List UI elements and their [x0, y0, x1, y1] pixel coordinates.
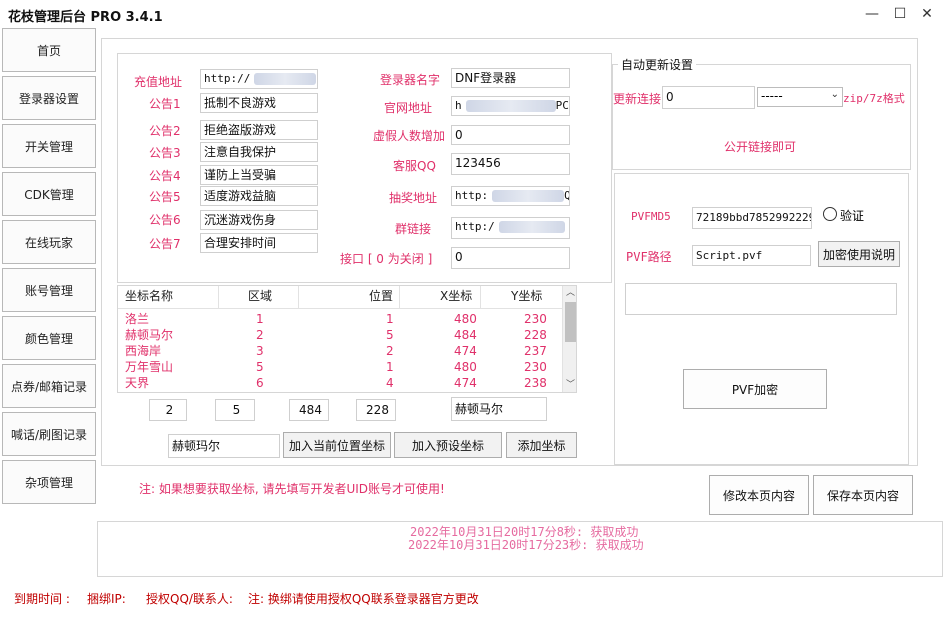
recharge-field[interactable]: http://	[200, 69, 318, 89]
add-preset-button[interactable]: 加入预设坐标	[394, 432, 502, 458]
x-coord-field[interactable]: 484	[289, 399, 329, 421]
area-field[interactable]: 2	[149, 399, 187, 421]
notice-3-label: 公告3	[149, 146, 181, 160]
coord-name-field[interactable]: 赫顿马尔	[451, 397, 547, 421]
sidebar-item-switches[interactable]: 开关管理	[2, 124, 96, 168]
table-row[interactable]: 天界 6 4 474 238	[118, 375, 562, 391]
recharge-label: 充值地址	[134, 75, 183, 89]
expire-label: 到期时间 :	[14, 592, 70, 606]
launcher-name-label: 登录器名字	[380, 73, 441, 87]
verify-label: 验证	[840, 209, 865, 223]
notice-4-label: 公告4	[149, 169, 181, 183]
modify-page-button[interactable]: 修改本页内容	[709, 475, 809, 515]
app-title: 花枝管理后台 PRO 3.4.1	[8, 10, 163, 25]
minimize-icon[interactable]: —	[861, 4, 883, 24]
table-row[interactable]: 西海岸 3 2 474 237	[118, 343, 562, 359]
sidebar-item-colors[interactable]: 颜色管理	[2, 316, 96, 360]
coords-table-header: 坐标名称 区域 位置 X坐标 Y坐标	[118, 286, 562, 309]
col-header-position[interactable]: 位置	[369, 286, 393, 306]
pvf-output-field[interactable]	[625, 283, 897, 315]
notice-2-label: 公告2	[149, 124, 181, 138]
notice-7-label: 公告7	[149, 237, 181, 251]
add-current-position-button[interactable]: 加入当前位置坐标	[283, 432, 391, 458]
pvf-md5-field[interactable]: 72189bbd78529922292	[692, 207, 812, 229]
scroll-up-icon[interactable]: ︿	[563, 286, 576, 300]
col-header-x[interactable]: X坐标	[440, 286, 472, 306]
service-qq-field[interactable]: 123456	[451, 153, 570, 175]
fake-players-label: 虚假人数增加	[373, 129, 446, 143]
format-select-value: -----	[761, 89, 783, 103]
launcher-name-field[interactable]: DNF登录器	[451, 68, 570, 88]
port-label: 接口 [ 0 为关闭 ]	[340, 252, 433, 266]
notice-6-field[interactable]: 沉迷游戏伤身	[200, 210, 318, 230]
pvf-path-field[interactable]: Script.pvf	[692, 245, 811, 266]
close-icon[interactable]: ✕	[916, 4, 938, 24]
sidebar: 首页 登录器设置 开关管理 CDK管理 在线玩家 账号管理 颜色管理 点券/邮箱…	[0, 28, 98, 508]
service-qq-label: 客服QQ	[393, 159, 436, 173]
format-label: zip/7z格式	[843, 92, 905, 105]
update-link-field[interactable]: 0	[662, 86, 755, 109]
port-field[interactable]: 0	[451, 247, 570, 269]
scroll-down-icon[interactable]: ﹀	[563, 378, 576, 392]
verify-radio[interactable]	[823, 207, 837, 221]
public-link-hint: 公开链接即可	[724, 140, 797, 154]
notice-4-field[interactable]: 谨防上当受骗	[200, 165, 318, 185]
col-header-y[interactable]: Y坐标	[511, 286, 542, 306]
notice-7-field[interactable]: 合理安排时间	[200, 233, 318, 253]
pvf-path-label: PVF路径	[626, 250, 672, 264]
col-header-name[interactable]: 坐标名称	[125, 286, 173, 306]
format-select[interactable]: ----- ⌄	[757, 87, 843, 107]
sidebar-item-points-mail[interactable]: 点券/邮箱记录	[2, 364, 96, 408]
position-field[interactable]: 5	[215, 399, 255, 421]
lottery-field[interactable]: http:Q	[451, 186, 570, 206]
auto-update-title: 自动更新设置	[618, 56, 697, 73]
notice-5-field[interactable]: 适度游戏益脑	[200, 186, 318, 206]
table-row[interactable]: 洛兰 1 1 480 230	[118, 311, 562, 327]
website-field[interactable]: h PC	[451, 96, 570, 116]
table-row[interactable]: 赫顿马尔 2 5 484 228	[118, 327, 562, 343]
encrypt-help-button[interactable]: 加密使用说明	[818, 241, 900, 267]
table-row[interactable]: 万年雪山 5 1 480 230	[118, 359, 562, 375]
rebind-notice: 注: 换绑请使用授权QQ联系登录器官方更改	[248, 592, 479, 606]
website-label: 官网地址	[384, 101, 433, 115]
notice-1-field[interactable]: 抵制不良游戏	[200, 93, 318, 113]
lottery-label: 抽奖地址	[389, 191, 438, 205]
col-header-area[interactable]: 区域	[248, 286, 272, 306]
sidebar-item-home[interactable]: 首页	[2, 28, 96, 72]
sidebar-item-online-players[interactable]: 在线玩家	[2, 220, 96, 264]
bind-ip-label: 捆绑IP:	[87, 592, 126, 606]
group-link-field[interactable]: http:/	[451, 217, 570, 239]
y-coord-field[interactable]: 228	[356, 399, 396, 421]
log-line: 2022年10月31日20时17分23秒: 获取成功	[408, 538, 644, 552]
auth-contact-label: 授权QQ/联系人:	[146, 592, 233, 606]
notice-5-label: 公告5	[149, 190, 181, 204]
notice-1-label: 公告1	[149, 97, 181, 111]
coords-table: 坐标名称 区域 位置 X坐标 Y坐标 洛兰 1 1 480 230 赫顿马尔 2 5 484 2…	[117, 285, 577, 393]
group-link-label: 群链接	[395, 222, 432, 236]
coord-name-input[interactable]: 赫顿玛尔	[168, 434, 280, 458]
save-page-button[interactable]: 保存本页内容	[813, 475, 913, 515]
pvf-encrypt-button[interactable]: PVF加密	[683, 369, 827, 409]
uid-note: 注: 如果想要获取坐标, 请先填写开发者UID账号才可使用!	[139, 482, 445, 496]
sidebar-item-cdk[interactable]: CDK管理	[2, 172, 96, 216]
update-link-label: 更新连接	[613, 92, 662, 106]
notice-6-label: 公告6	[149, 213, 181, 227]
table-scrollbar[interactable]: ︿ ﹀	[562, 286, 576, 392]
chevron-down-icon: ⌄	[830, 89, 839, 100]
fake-players-field[interactable]: 0	[451, 125, 570, 145]
sidebar-item-shout-dungeon[interactable]: 喊话/刷图记录	[2, 412, 96, 456]
sidebar-item-launcher-settings[interactable]: 登录器设置	[2, 76, 96, 120]
pvf-md5-label: PVFMD5	[631, 210, 671, 223]
notice-2-field[interactable]: 拒绝盗版游戏	[200, 120, 318, 140]
sidebar-item-accounts[interactable]: 账号管理	[2, 268, 96, 312]
sidebar-item-misc[interactable]: 杂项管理	[2, 460, 96, 504]
notice-3-field[interactable]: 注意自我保护	[200, 142, 318, 162]
scroll-thumb[interactable]	[565, 302, 576, 342]
maximize-icon[interactable]: ☐	[889, 4, 911, 24]
add-coord-button[interactable]: 添加坐标	[506, 432, 577, 458]
